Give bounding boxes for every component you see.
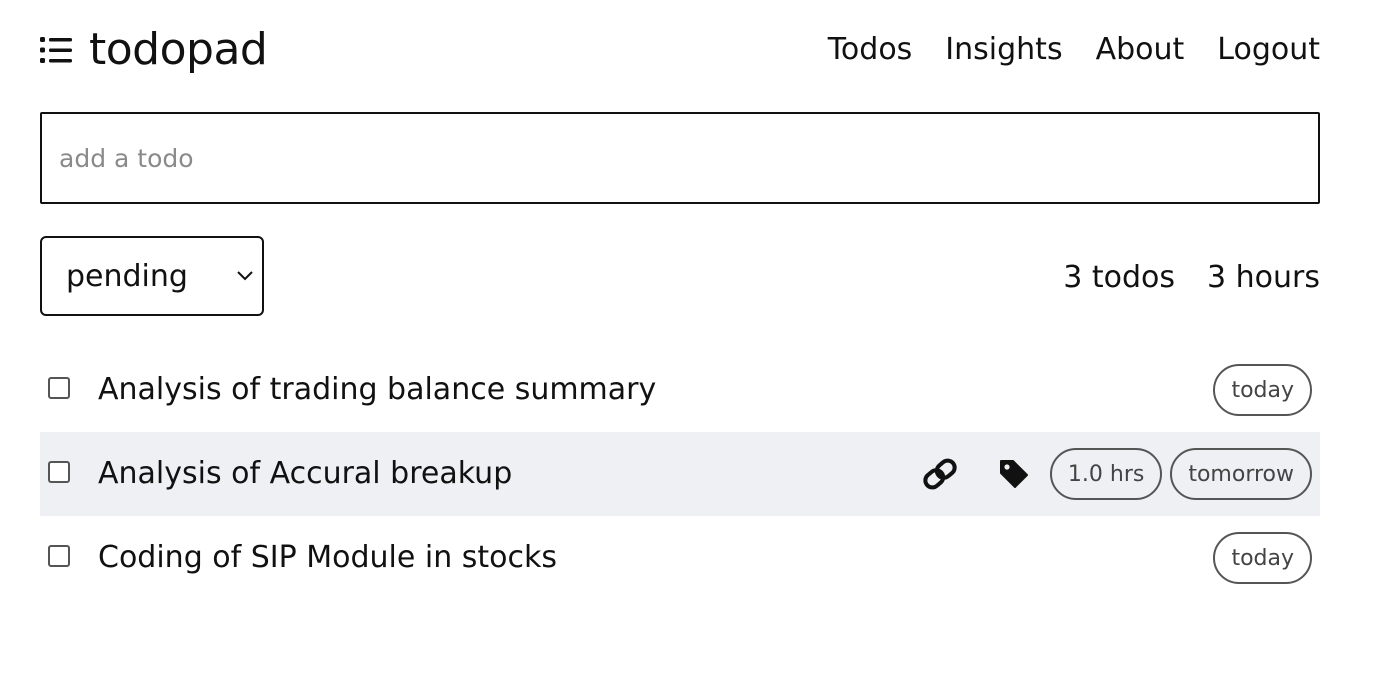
- chevron-down-icon: [237, 271, 253, 281]
- todo-meta: today: [1205, 532, 1312, 584]
- brand[interactable]: todopad: [40, 22, 268, 78]
- todo-title[interactable]: Coding of SIP Module in stocks: [98, 516, 557, 600]
- todo-checkbox[interactable]: [48, 545, 70, 567]
- due-badge[interactable]: today: [1213, 532, 1312, 584]
- todo-meta: today: [1205, 364, 1312, 416]
- nav-logout[interactable]: Logout: [1217, 22, 1320, 78]
- todo-list: Analysis of trading balance summary toda…: [40, 348, 1320, 600]
- todo-checkbox[interactable]: [48, 377, 70, 399]
- nav-insights[interactable]: Insights: [945, 22, 1062, 78]
- todo-row[interactable]: Analysis of trading balance summary toda…: [40, 348, 1320, 432]
- status-filter-select[interactable]: pending: [40, 236, 264, 316]
- due-badge[interactable]: tomorrow: [1170, 448, 1312, 500]
- link-icon[interactable]: [920, 454, 960, 494]
- tag-icon[interactable]: [994, 454, 1034, 494]
- nav-about[interactable]: About: [1096, 22, 1185, 78]
- brand-name: todopad: [89, 24, 268, 75]
- todopad-page: todopad Todos Insights About Logout pend…: [0, 0, 1382, 674]
- hours-total: 3 hours: [1207, 259, 1320, 295]
- todo-title[interactable]: Analysis of trading balance summary: [98, 348, 656, 432]
- duration-badge[interactable]: 1.0 hrs: [1049, 448, 1163, 500]
- todo-count: 3 todos: [1063, 259, 1176, 295]
- nav-todos[interactable]: Todos: [828, 22, 913, 78]
- todo-row[interactable]: Coding of SIP Module in stocks today: [40, 516, 1320, 600]
- due-badge[interactable]: today: [1213, 364, 1312, 416]
- header: todopad Todos Insights About Logout: [40, 22, 1320, 78]
- add-todo-input[interactable]: [40, 112, 1320, 204]
- todo-title[interactable]: Analysis of Accural breakup: [98, 432, 512, 516]
- todo-meta: 1.0 hrs tomorrow: [920, 448, 1312, 500]
- todo-checkbox[interactable]: [48, 461, 70, 483]
- main-nav: Todos Insights About Logout: [828, 22, 1320, 78]
- todo-row[interactable]: Analysis of Accural breakup 1.0 hrs tomo…: [40, 432, 1320, 516]
- filter-selected-value: pending: [66, 258, 188, 294]
- list-icon: [40, 37, 72, 63]
- stats: 3 todos 3 hours: [1063, 256, 1320, 298]
